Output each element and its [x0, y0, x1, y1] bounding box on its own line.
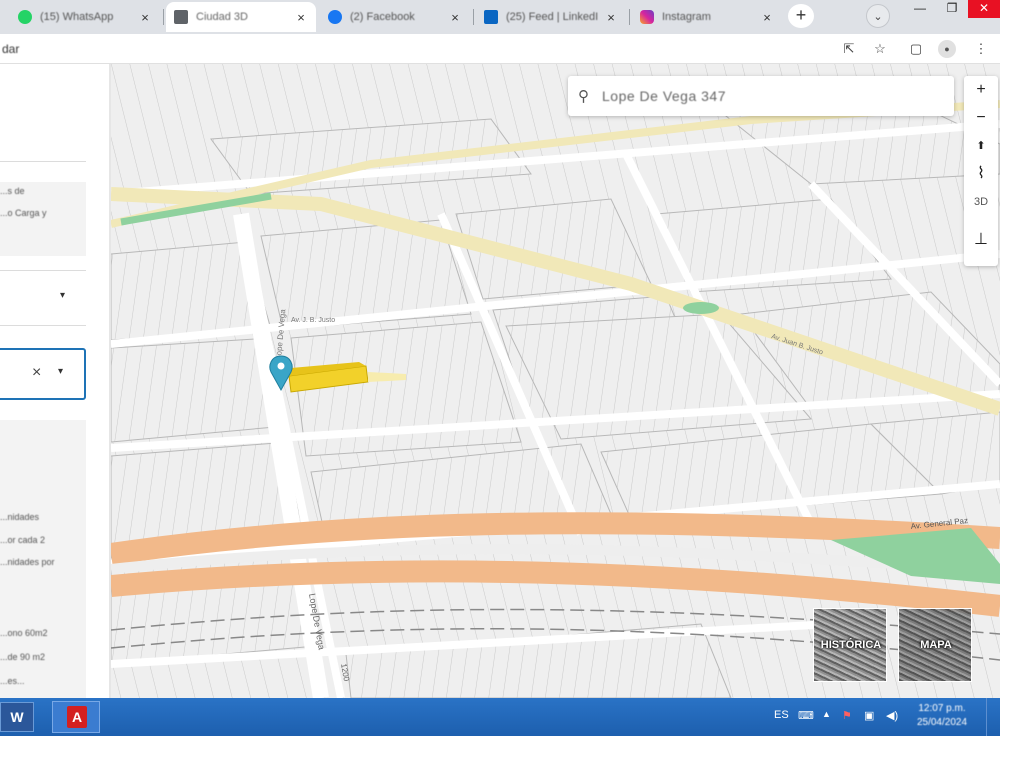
- zoom-out-button[interactable]: −: [964, 104, 998, 132]
- language-indicator[interactable]: ES: [774, 709, 789, 721]
- details-text: ...de 90 m2: [0, 652, 46, 662]
- profile-avatar-icon[interactable]: ●: [938, 40, 956, 58]
- street-label: Av. J. B. Justo: [291, 317, 335, 324]
- basemap-mapa-button[interactable]: MAPA: [898, 608, 972, 682]
- terrain-icon[interactable]: ⌇: [964, 160, 998, 188]
- volume-icon[interactable]: ◀): [886, 709, 898, 722]
- screen-margin: [0, 736, 1024, 768]
- measure-tool-icon[interactable]: ⊥: [964, 226, 998, 254]
- tab-search-button[interactable]: ⌄: [866, 4, 890, 28]
- details-text: ...nidades: [0, 512, 40, 522]
- tab-label: (2) Facebook: [350, 11, 415, 23]
- close-icon[interactable]: ×: [294, 10, 308, 25]
- window-close-button[interactable]: ✕: [968, 0, 1000, 18]
- divider: [0, 325, 86, 326]
- details-text: ...es...: [0, 676, 25, 686]
- divider: [0, 161, 86, 162]
- address-bar: dar ⇱ ☆ ▢ ● ⋮: [0, 34, 1000, 64]
- tab-separator: [163, 9, 164, 25]
- facebook-icon: [328, 10, 342, 24]
- tab-linkedin[interactable]: (25) Feed | LinkedIn ×: [476, 2, 626, 32]
- clock-time: 12:07 p.m.: [918, 703, 966, 714]
- basemap-label: MAPA: [920, 639, 952, 651]
- tab-label: Ciudad 3D: [196, 11, 248, 23]
- chevron-down-icon[interactable]: ▾: [60, 290, 65, 301]
- browser-tab-strip: (15) WhatsApp × Ciudad 3D × (2) Facebook…: [0, 0, 1000, 34]
- search-icon: ⚲: [578, 88, 589, 105]
- acrobat-app-button[interactable]: A: [52, 701, 100, 733]
- close-icon[interactable]: ×: [448, 10, 462, 25]
- show-hidden-icons[interactable]: ▲: [822, 709, 831, 719]
- windows-taskbar: W A ES ⌨ ▲ ⚑ ▣ ◀) 12:07 p.m. 25/04/2024: [0, 698, 1000, 736]
- info-text: ...s de: [0, 186, 25, 196]
- chevron-down-icon[interactable]: ▾: [58, 366, 63, 377]
- info-card: ...s de ...o Carga y: [0, 182, 86, 256]
- tab-separator: [473, 9, 474, 25]
- 3d-toggle-button[interactable]: 3D: [964, 188, 998, 216]
- tab-separator: [629, 9, 630, 25]
- map-search-box[interactable]: ⚲ Lope De Vega 347: [568, 76, 954, 116]
- instagram-icon: [640, 10, 654, 24]
- clock-date: 25/04/2024: [916, 717, 968, 728]
- notification-flag-icon[interactable]: ⚑: [842, 709, 852, 722]
- close-icon[interactable]: ×: [604, 10, 618, 25]
- tab-label: (25) Feed | LinkedIn: [506, 11, 598, 23]
- tab-label: (15) WhatsApp: [40, 11, 114, 23]
- url-field[interactable]: dar: [2, 42, 19, 56]
- details-text: ...nidades por: [0, 557, 55, 567]
- basemap-label: HISTÓRICA: [820, 639, 882, 651]
- whatsapp-icon: [18, 10, 32, 24]
- divider: [0, 270, 86, 271]
- maximize-button[interactable]: ❐: [936, 0, 968, 18]
- tab-whatsapp[interactable]: (15) WhatsApp ×: [10, 2, 160, 32]
- tab-facebook[interactable]: (2) Facebook ×: [320, 2, 470, 32]
- side-panel-icon[interactable]: ▢: [907, 40, 925, 58]
- details-text: ...ono 60m2: [0, 628, 48, 638]
- browser-menu-icon[interactable]: ⋮: [972, 40, 990, 58]
- system-clock[interactable]: 12:07 p.m. 25/04/2024: [912, 702, 972, 730]
- bookmark-star-icon[interactable]: ☆: [871, 40, 889, 58]
- share-icon[interactable]: ⇱: [840, 40, 858, 58]
- green-median: [683, 302, 719, 314]
- clear-icon[interactable]: ×: [32, 364, 41, 382]
- info-text: ...o Carga y: [0, 208, 47, 218]
- map-controls: + − ⬆ ⌇ 3D ⊥: [964, 76, 998, 266]
- map-base-layer: Lope De Vega Lope De Vega Av. J. B. Just…: [111, 64, 1000, 698]
- map-canvas[interactable]: Lope De Vega Lope De Vega Av. J. B. Just…: [111, 64, 1000, 698]
- close-icon[interactable]: ×: [760, 10, 774, 25]
- tab-instagram[interactable]: Instagram ×: [632, 2, 782, 32]
- basemap-historica-button[interactable]: HISTÓRICA: [813, 608, 887, 682]
- tab-ciudad-3d[interactable]: Ciudad 3D ×: [166, 2, 316, 32]
- sidebar-panel: ...s de ...o Carga y ▾ × ▾ ...nidades ..…: [0, 64, 110, 698]
- screen-margin: [1000, 0, 1024, 768]
- keyboard-icon[interactable]: ⌨: [798, 709, 814, 722]
- zone-select[interactable]: × ▾: [0, 348, 86, 400]
- show-desktop-button[interactable]: [986, 698, 1000, 736]
- minimize-button[interactable]: —: [904, 0, 936, 18]
- document-icon: [174, 10, 188, 24]
- details-text: ...or cada 2: [0, 535, 46, 545]
- close-icon[interactable]: ×: [138, 10, 152, 25]
- search-input[interactable]: Lope De Vega 347: [602, 88, 726, 104]
- compass-icon[interactable]: ⬆: [964, 132, 998, 160]
- word-app-icon[interactable]: W: [0, 702, 34, 732]
- linkedin-icon: [484, 10, 498, 24]
- details-card: ...nidades ...or cada 2 ...nidades por .…: [0, 420, 86, 698]
- new-tab-button[interactable]: +: [788, 4, 814, 28]
- zoom-in-button[interactable]: +: [964, 76, 998, 104]
- network-icon[interactable]: ▣: [864, 709, 874, 722]
- pdf-icon: A: [67, 706, 87, 728]
- tab-label: Instagram: [662, 11, 711, 23]
